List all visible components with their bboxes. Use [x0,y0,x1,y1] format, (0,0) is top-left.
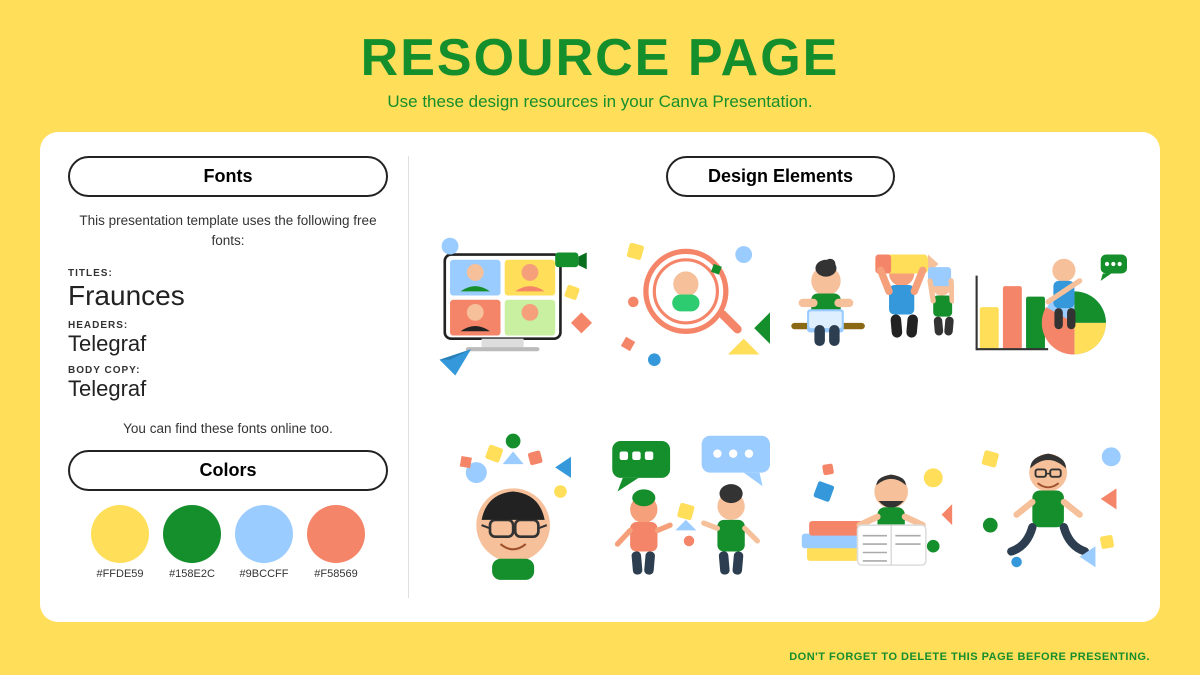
color-circle-yellow [91,505,149,563]
fonts-section-header: Fonts [68,156,388,197]
illustration-7 [786,411,954,599]
illustration-4 [964,213,1132,401]
design-elements-header: Design Elements [666,156,895,197]
color-hex-yellow: #FFDE59 [96,568,143,580]
font-label-titles: TITLES: [68,268,388,279]
color-swatch-green: #158E2C [163,505,221,580]
color-circle-coral [307,505,365,563]
page-title: RESOURCE PAGE [361,28,840,88]
panel-divider [408,156,409,598]
main-card: Fonts This presentation template uses th… [40,132,1160,622]
color-hex-coral: #F58569 [314,568,357,580]
font-name-headers: Telegraf [68,331,388,357]
left-panel: Fonts This presentation template uses th… [68,156,388,598]
color-hex-blue: #9BCCFF [240,568,289,580]
footer-note: DON'T FORGET TO DELETE THIS PAGE BEFORE … [789,651,1150,663]
find-fonts-text: You can find these fonts online too. [123,421,333,436]
font-entry-body: BODY COPY: Telegraf [68,365,388,402]
font-name-body: Telegraf [68,376,388,402]
color-circle-blue [235,505,293,563]
page-header: RESOURCE PAGE Use these design resources… [361,0,840,120]
illustration-8 [964,411,1132,599]
illustration-2 [607,213,775,401]
colors-section-header: Colors [68,450,388,491]
color-hex-green: #158E2C [169,568,215,580]
font-label-body: BODY COPY: [68,365,388,376]
right-panel: Design Elements [429,156,1132,598]
color-swatch-yellow: #FFDE59 [91,505,149,580]
font-label-headers: HEADERS: [68,320,388,331]
illustration-5 [429,411,597,599]
fonts-description: This presentation template uses the foll… [68,211,388,252]
color-swatches: #FFDE59 #158E2C #9BCCFF #F58569 [68,505,388,580]
illustration-3 [786,213,954,401]
font-entry-titles: TITLES: Fraunces [68,268,388,313]
page-subtitle: Use these design resources in your Canva… [361,92,840,112]
font-name-titles: Fraunces [68,279,388,313]
illustration-6 [607,411,775,599]
colors-section: Colors #FFDE59 #158E2C #9BCCFF #F58569 [68,450,388,580]
font-entry-headers: HEADERS: Telegraf [68,320,388,357]
color-swatch-coral: #F58569 [307,505,365,580]
color-circle-green [163,505,221,563]
illustration-1 [429,213,597,401]
color-swatch-blue: #9BCCFF [235,505,293,580]
illustrations-grid [429,213,1132,598]
